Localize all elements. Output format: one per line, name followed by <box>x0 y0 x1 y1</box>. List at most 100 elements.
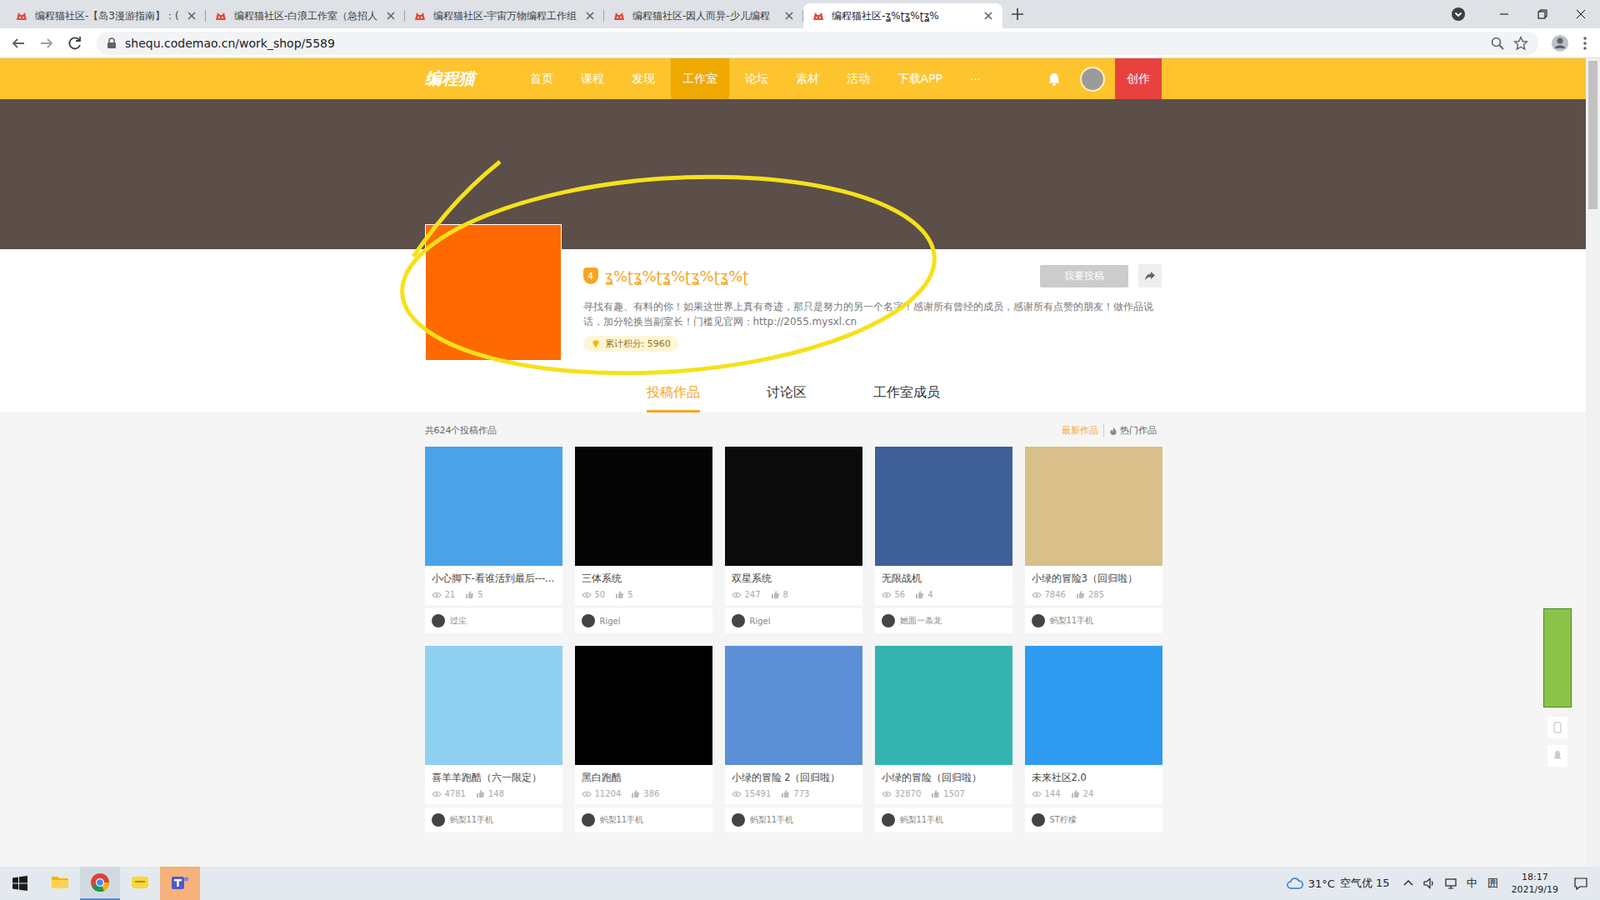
view-count: 32870 <box>895 789 922 799</box>
studio-tab[interactable]: 讨论区 <box>766 384 807 413</box>
tab-search-icon[interactable] <box>1450 5 1467 23</box>
nav-item[interactable]: 活动 <box>835 58 882 100</box>
close-window-button[interactable] <box>1561 0 1600 29</box>
work-author[interactable]: 蚂梨11手机 <box>725 807 863 833</box>
studio-tab[interactable]: 工作室成员 <box>873 384 940 413</box>
minimize-button[interactable] <box>1485 0 1524 29</box>
sort-option[interactable]: 最新作品 <box>1056 424 1104 437</box>
speaker-icon[interactable] <box>1422 876 1436 890</box>
work-author[interactable]: 过尘 <box>425 608 563 634</box>
taskbar-app[interactable] <box>40 866 80 900</box>
studio-avatar <box>425 224 562 361</box>
browser-tab[interactable]: 编程猫社区-【岛3漫游指南】：( <box>6 3 206 29</box>
view-count: 56 <box>895 590 906 600</box>
nav-item[interactable]: 首页 <box>518 58 565 100</box>
nav-item[interactable]: 下载APP <box>885 58 955 100</box>
close-icon[interactable] <box>783 10 795 22</box>
address-bar[interactable]: shequ.codemao.cn/work_shop/5589 <box>96 31 1539 55</box>
logo[interactable]: 编程猫 <box>425 58 519 100</box>
browser-tab[interactable]: 编程猫社区-因人而异-少儿编程 <box>604 3 804 29</box>
restore-button[interactable] <box>1523 0 1562 29</box>
user-avatar[interactable] <box>1080 66 1105 92</box>
nav-item[interactable]: 课程 <box>569 58 616 100</box>
work-card[interactable]: 小绿的冒险 2（回归啦）15491773蚂梨11手机 <box>725 645 863 833</box>
studio-tab[interactable]: 投稿作品 <box>646 384 700 413</box>
sort-option[interactable]: 热门作品 <box>1103 424 1162 437</box>
work-card[interactable]: 小心脚下-看谁活到最后---...215过尘 <box>425 446 563 634</box>
side-ad[interactable] <box>1543 608 1572 708</box>
date: 2021/9/19 <box>1511 883 1559 896</box>
create-button[interactable]: 创作 <box>1115 58 1162 100</box>
work-card[interactable]: 未来社区2.014424ST柠檬 <box>1025 645 1163 833</box>
nav-item[interactable]: 发现 <box>620 58 667 100</box>
reload-icon[interactable] <box>63 31 87 55</box>
taskbar-app[interactable] <box>160 866 200 900</box>
screen: 编程猫社区-【岛3漫游指南】：(编程猫社区-白浪工作室（急招人 编程猫社区-宇宙万… <box>0 0 1600 900</box>
star-icon[interactable] <box>1513 35 1529 51</box>
scrollbar[interactable] <box>1585 58 1600 867</box>
author-avatar <box>731 813 745 827</box>
close-window-icon <box>1575 9 1586 20</box>
browser-content: 编程猫首页课程发现工作室论坛素材活动下载APP··· 创作 4ʓ%ʈʓ%ʈʓ%ʈʓ%… <box>0 58 1600 867</box>
work-card[interactable]: 无限战机564她面一条龙 <box>875 446 1013 634</box>
work-author[interactable]: Rigel <box>725 608 863 634</box>
scroll-thumb[interactable] <box>1588 60 1598 210</box>
work-card[interactable]: 双星系统2478Rigel <box>725 446 863 634</box>
close-icon[interactable] <box>185 10 198 22</box>
tab-title: 编程猫社区-宇宙万物编程工作组 <box>433 9 578 24</box>
clock[interactable]: 18:172021/9/19 <box>1503 866 1567 900</box>
work-card[interactable]: 黑白跑酷11204386蚂梨11手机 <box>575 645 713 833</box>
air-quality: 空气优 15 <box>1340 875 1390 891</box>
notification-icon[interactable] <box>1573 875 1589 891</box>
weather[interactable]: 31°C空气优 15 <box>1278 866 1399 900</box>
side-phone-button[interactable] <box>1547 716 1568 739</box>
ime-mode[interactable]: 囲 <box>1482 866 1504 900</box>
author-avatar <box>1031 614 1045 628</box>
close-icon[interactable] <box>584 10 596 22</box>
back-icon[interactable] <box>6 31 30 55</box>
work-author[interactable]: 蚂梨11手机 <box>425 807 563 833</box>
side-bell-button[interactable] <box>1547 745 1568 767</box>
nav-item[interactable]: ··· <box>958 58 993 100</box>
new-tab-icon[interactable] <box>1005 2 1030 26</box>
studio-profile: 4ʓ%ʈʓ%ʈʓ%ʈʓ%ʈʓ%ʈ我要投稿寻找有趣、有料的你！如果这世界上真有奇迹… <box>0 249 1586 361</box>
profile-icon[interactable] <box>1548 31 1572 55</box>
cloud-icon <box>1286 876 1304 890</box>
browser-tab[interactable]: 编程猫社区-ʓ%ʈʓ%ʈʓ% <box>803 3 1003 29</box>
work-author[interactable]: ST柠檬 <box>1025 807 1163 833</box>
start-button[interactable] <box>0 866 40 900</box>
network-icon[interactable] <box>1444 876 1458 890</box>
zoom-icon[interactable] <box>1490 35 1505 51</box>
eye-icon <box>581 790 592 799</box>
nav-item[interactable]: 论坛 <box>733 58 780 100</box>
work-card[interactable]: 三体系统505Rigel <box>575 446 713 634</box>
work-author[interactable]: 蚂梨11手机 <box>575 807 713 833</box>
work-author[interactable]: Rigel <box>575 608 713 634</box>
taskbar-app[interactable] <box>120 866 160 900</box>
chevron-up-icon[interactable] <box>1402 877 1415 890</box>
work-card[interactable]: 喜羊羊跑酷（六一限定）4781148蚂梨11手机 <box>425 645 563 833</box>
work-author[interactable]: 她面一条龙 <box>875 608 1013 634</box>
work-author[interactable]: 蚂梨11手机 <box>875 807 1013 833</box>
eye-icon <box>431 790 442 799</box>
browser-tab[interactable]: 编程猫社区-白浪工作室（急招人 <box>205 3 405 29</box>
share-button[interactable] <box>1138 264 1162 288</box>
work-card[interactable]: 小绿的冒险（回归啦）328701507蚂梨11手机 <box>875 645 1013 833</box>
submit-button[interactable]: 我要投稿 <box>1040 265 1129 288</box>
menu-icon[interactable] <box>1576 31 1594 55</box>
ime-language[interactable]: 中 <box>1461 866 1483 900</box>
close-icon[interactable] <box>982 10 995 22</box>
thumb-up-icon <box>780 789 790 799</box>
taskbar-app[interactable] <box>80 866 120 900</box>
work-card[interactable]: 小绿的冒险3（回归啦）7846285蚂梨11手机 <box>1025 446 1163 634</box>
close-icon[interactable] <box>385 10 397 22</box>
bell-icon[interactable] <box>1046 71 1062 87</box>
windows-icon <box>12 875 28 891</box>
nav-item[interactable]: 素材 <box>784 58 831 100</box>
teams-icon <box>170 872 190 893</box>
work-author[interactable]: 蚂梨11手机 <box>1025 608 1163 634</box>
nav-item[interactable]: 工作室 <box>670 58 730 100</box>
thumb-up-icon <box>915 590 925 600</box>
forward-icon[interactable] <box>35 31 59 55</box>
browser-tab[interactable]: 编程猫社区-宇宙万物编程工作组 <box>405 3 605 29</box>
